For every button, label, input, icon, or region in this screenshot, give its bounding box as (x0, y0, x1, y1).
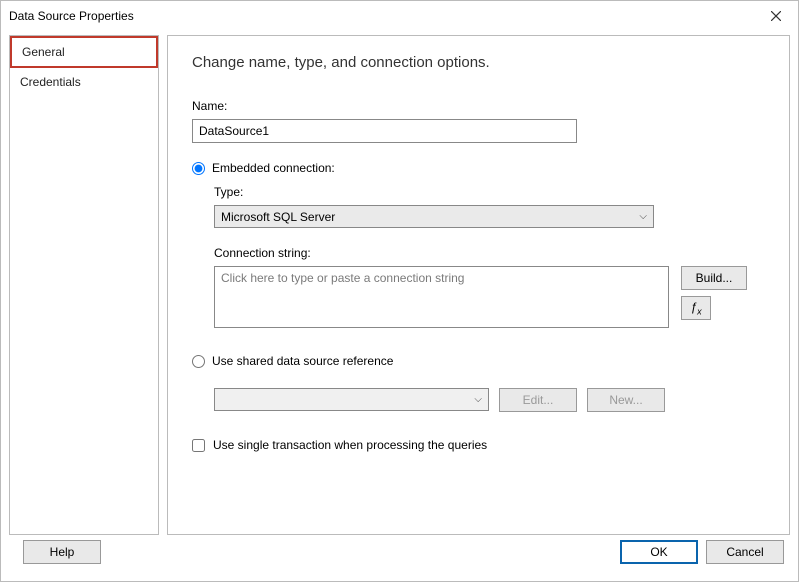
sidebar-item-general[interactable]: General (10, 36, 158, 68)
content-panel: Change name, type, and connection option… (167, 35, 790, 535)
page-heading: Change name, type, and connection option… (192, 54, 765, 71)
shared-radio-label: Use shared data source reference (212, 354, 393, 368)
type-label: Type: (214, 185, 765, 199)
embedded-radio[interactable] (192, 162, 205, 175)
conn-string-input[interactable] (214, 266, 669, 328)
close-button[interactable] (753, 1, 798, 31)
sidebar-item-label: Credentials (20, 75, 81, 89)
sidebar: General Credentials (9, 35, 159, 535)
sidebar-item-credentials[interactable]: Credentials (10, 68, 158, 96)
fx-button[interactable]: ƒx (681, 296, 711, 320)
name-label: Name: (192, 99, 765, 113)
sidebar-item-label: General (22, 45, 65, 59)
type-dropdown[interactable]: Microsoft SQL Server ⌵ (214, 205, 654, 228)
chevron-down-icon: ⌵ (474, 394, 482, 405)
single-tx-row[interactable]: Use single transaction when processing t… (192, 438, 765, 452)
name-input[interactable] (192, 119, 577, 143)
main-area: General Credentials Change name, type, a… (1, 31, 798, 535)
chevron-down-icon: ⌵ (639, 211, 647, 222)
new-button: New... (587, 388, 665, 412)
type-field-block: Type: Microsoft SQL Server ⌵ (214, 185, 765, 228)
embedded-radio-row[interactable]: Embedded connection: (192, 161, 765, 175)
embedded-radio-label: Embedded connection: (212, 161, 335, 175)
conn-label: Connection string: (214, 246, 765, 260)
single-tx-label: Use single transaction when processing t… (213, 438, 487, 452)
window-title: Data Source Properties (9, 9, 753, 23)
shared-section: ⌵ Edit... New... (192, 388, 765, 412)
shared-radio-row[interactable]: Use shared data source reference (192, 354, 765, 368)
ok-button[interactable]: OK (620, 540, 698, 564)
footer: Help OK Cancel (1, 535, 798, 581)
edit-button: Edit... (499, 388, 577, 412)
single-tx-checkbox[interactable] (192, 439, 205, 452)
shared-radio[interactable] (192, 355, 205, 368)
build-button[interactable]: Build... (681, 266, 747, 290)
fx-icon: ƒx (690, 300, 701, 316)
shared-dropdown: ⌵ (214, 388, 489, 411)
cancel-button[interactable]: Cancel (706, 540, 784, 564)
conn-field-block: Connection string: Build... ƒx (214, 246, 765, 328)
titlebar: Data Source Properties (1, 1, 798, 31)
embedded-section: Type: Microsoft SQL Server ⌵ Connection … (192, 185, 765, 346)
close-icon (771, 11, 781, 21)
help-button[interactable]: Help (23, 540, 101, 564)
name-field-block: Name: (192, 99, 765, 143)
type-dropdown-value: Microsoft SQL Server (221, 210, 639, 224)
